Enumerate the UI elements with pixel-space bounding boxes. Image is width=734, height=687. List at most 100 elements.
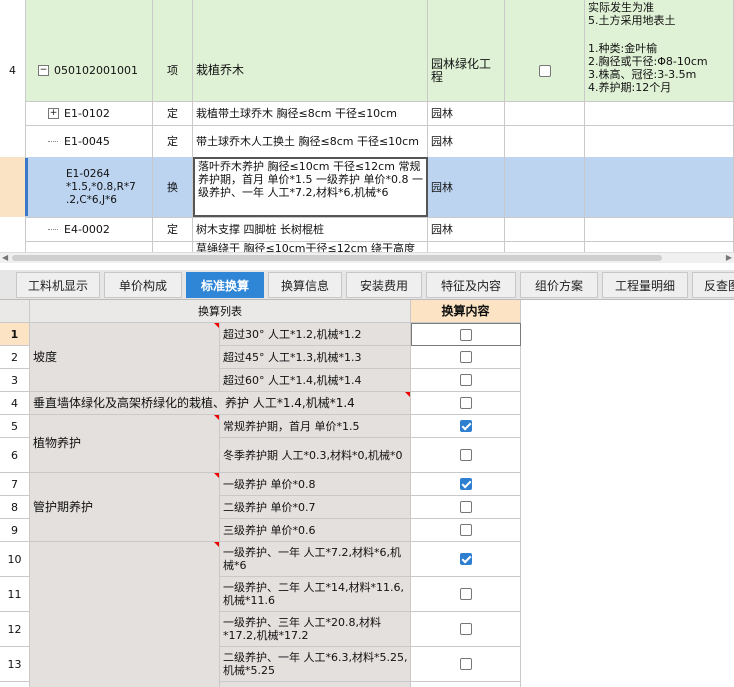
- checkbox[interactable]: [459, 524, 472, 536]
- name-cell[interactable]: 树木支撑 四脚桩 长树棍桩: [193, 217, 428, 241]
- features-cell[interactable]: [585, 101, 734, 125]
- checkbox-cell[interactable]: [411, 346, 521, 369]
- code-cell[interactable]: E4-0002: [26, 217, 153, 241]
- checkbox-cell[interactable]: [411, 473, 521, 496]
- checkbox-checked[interactable]: [459, 420, 472, 432]
- checkbox-cell[interactable]: [505, 101, 585, 125]
- expand-icon[interactable]: +: [48, 107, 59, 119]
- tab-reverse-lookup[interactable]: 反查图: [692, 272, 734, 298]
- conversion-item: 二级养护、一年 人工*6.3,材料*5.25,机械*5.25: [220, 647, 411, 682]
- name-cell[interactable]: 栽植带土球乔木 胸径≤8cm 干径≤10cm: [193, 101, 428, 125]
- checkbox[interactable]: [459, 623, 472, 635]
- name-cell[interactable]: 栽植乔木: [193, 40, 428, 101]
- checkbox-cell[interactable]: [411, 542, 521, 577]
- scroll-right-icon[interactable]: ▶: [726, 253, 732, 262]
- type-cell[interactable]: 换: [153, 157, 193, 217]
- grid-row[interactable]: E4-0002 定 树木支撑 四脚桩 长树棍桩 园林: [0, 217, 734, 242]
- category-cell[interactable]: [428, 241, 505, 252]
- tab-pricing-plan[interactable]: 组价方案: [520, 272, 598, 298]
- collapse-icon[interactable]: −: [38, 65, 49, 76]
- tab-conversion-info[interactable]: 换算信息: [268, 272, 342, 298]
- features-cell[interactable]: [585, 217, 734, 241]
- code-cell[interactable]: − 050102001001: [26, 40, 153, 101]
- scrollbar-thumb[interactable]: [12, 255, 662, 261]
- name-cell[interactable]: 草绳绕干 胸径≤10cm干径≤12cm 绕干高度: [193, 241, 428, 252]
- type-cell[interactable]: 定: [153, 101, 193, 125]
- checkbox[interactable]: [459, 397, 472, 409]
- horizontal-scrollbar[interactable]: ◀ ▶: [0, 252, 734, 263]
- code-cell[interactable]: + E1-0102: [26, 101, 153, 125]
- code-cell[interactable]: E1-0264 *1.5,*0.8,R*7 .2,C*6,J*6: [26, 157, 153, 217]
- checkbox[interactable]: [459, 449, 472, 461]
- scroll-left-icon[interactable]: ◀: [2, 253, 8, 262]
- checkbox-cell[interactable]: [411, 519, 521, 542]
- name-cell[interactable]: [193, 0, 428, 40]
- tab-quantity-detail[interactable]: 工程量明细: [602, 272, 688, 298]
- grid-row[interactable]: 草绳绕干 胸径≤10cm干径≤12cm 绕干高度: [0, 241, 734, 252]
- checkbox-cell[interactable]: [411, 438, 521, 473]
- category-cell[interactable]: 园林: [428, 125, 505, 157]
- category-cell[interactable]: 园林: [428, 101, 505, 125]
- checkbox-cell[interactable]: [505, 40, 585, 101]
- checkbox-cell[interactable]: [411, 647, 521, 682]
- tab-standard-conversion[interactable]: 标准换算: [186, 272, 264, 298]
- name-cell[interactable]: 带土球乔木人工换土 胸径≤8cm 干径≤10cm: [193, 125, 428, 157]
- features-cell[interactable]: 1.种类:金叶榆 2.胸径或干径:Φ8-10cm 3.株高、冠径:3-3.5m …: [585, 40, 734, 101]
- checkbox[interactable]: [459, 374, 472, 386]
- checkbox[interactable]: [459, 658, 472, 670]
- checkbox-cell[interactable]: [411, 369, 521, 392]
- checkbox-checked[interactable]: [459, 478, 472, 490]
- tab-features-content[interactable]: 特征及内容: [426, 272, 516, 298]
- checkbox[interactable]: [459, 588, 472, 600]
- checkbox-cell[interactable]: [505, 157, 585, 217]
- row-number: 13: [0, 647, 30, 682]
- code-cell[interactable]: E1-0045: [26, 125, 153, 157]
- category-cell[interactable]: 园林绿化工程: [428, 40, 505, 101]
- checkbox[interactable]: [460, 328, 472, 341]
- type-cell[interactable]: [153, 241, 193, 252]
- type-cell[interactable]: 项: [153, 40, 193, 101]
- grid-row[interactable]: 4.满足设计要求具体情况以实际发生为准 5.土方采用地表土: [0, 0, 734, 41]
- checkbox-cell[interactable]: [505, 217, 585, 241]
- row-number: 7: [0, 473, 30, 496]
- checkbox[interactable]: [459, 351, 472, 363]
- checkbox-cell[interactable]: [411, 682, 521, 687]
- quota-grid: 4.满足设计要求具体情况以实际发生为准 5.土方采用地表土 4 − 050102…: [0, 0, 734, 252]
- grid-row[interactable]: E1-0045 定 带土球乔木人工换土 胸径≤8cm 干径≤10cm 园林: [0, 125, 734, 158]
- type-cell[interactable]: 定: [153, 217, 193, 241]
- row-number: [0, 0, 26, 40]
- grid-row[interactable]: 4 − 050102001001 项 栽植乔木 园林绿化工程 1.种类:金叶榆 …: [0, 40, 734, 102]
- type-cell[interactable]: 定: [153, 125, 193, 157]
- code-cell[interactable]: [26, 241, 153, 252]
- features-cell[interactable]: 4.满足设计要求具体情况以实际发生为准 5.土方采用地表土: [585, 0, 734, 40]
- features-cell[interactable]: [585, 157, 734, 217]
- checkbox-cell[interactable]: [411, 323, 521, 346]
- conversion-item: 常规养护期，首月 单价*1.5: [220, 415, 411, 438]
- group-label-maintenance-period: 管护期养护: [30, 473, 220, 542]
- checkbox-cell[interactable]: [411, 612, 521, 647]
- category-cell[interactable]: 园林: [428, 157, 505, 217]
- row-number: [0, 217, 26, 241]
- checkbox-cell[interactable]: [411, 415, 521, 438]
- tab-price-composition[interactable]: 单价构成: [104, 272, 182, 298]
- checkbox-cell[interactable]: [505, 241, 585, 252]
- checkbox-cell[interactable]: [411, 496, 521, 519]
- checkbox-cell[interactable]: [505, 125, 585, 157]
- features-cell[interactable]: [585, 125, 734, 157]
- row-number: 4: [0, 40, 26, 101]
- grid-row[interactable]: + E1-0102 定 栽植带土球乔木 胸径≤8cm 干径≤10cm 园林: [0, 101, 734, 126]
- code-cell[interactable]: [26, 0, 153, 40]
- category-cell[interactable]: 园林: [428, 217, 505, 241]
- tab-installation-fee[interactable]: 安装费用: [346, 272, 422, 298]
- row-checkbox[interactable]: [538, 64, 551, 77]
- checkbox-cell[interactable]: [411, 577, 521, 612]
- type-cell[interactable]: [153, 0, 193, 40]
- checkbox-checked[interactable]: [459, 553, 472, 565]
- checkbox-cell[interactable]: [505, 0, 585, 40]
- checkbox[interactable]: [459, 501, 472, 513]
- tab-labor-material[interactable]: 工料机显示: [16, 272, 100, 298]
- category-cell[interactable]: [428, 0, 505, 40]
- checkbox-cell[interactable]: [411, 392, 521, 415]
- features-cell[interactable]: [585, 241, 734, 252]
- name-editor[interactable]: 落叶乔木养护 胸径≤10cm 干径≤12cm 常规养护期，首月 单价*1.5 一…: [193, 157, 428, 217]
